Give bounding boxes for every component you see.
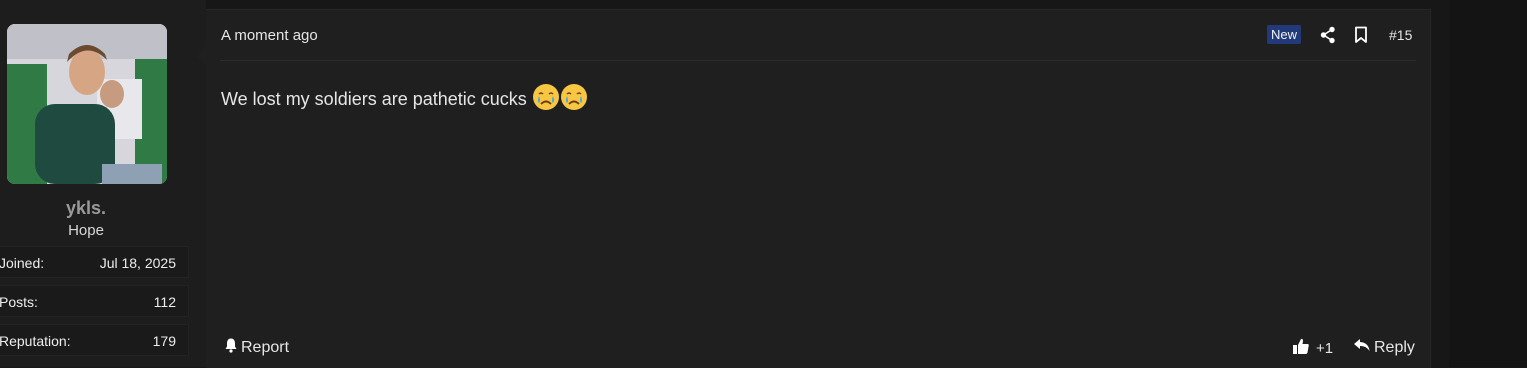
report-button[interactable]: Report [223,337,289,358]
post-timestamp[interactable]: A moment ago [221,27,318,44]
stat-posts: Posts: 112 [0,285,189,317]
stat-value: Jul 18, 2025 [99,255,176,271]
stat-value: 112 [153,294,176,310]
stat-label: Reputation: [0,333,71,349]
thumbs-up-icon [1292,337,1310,359]
like-button[interactable]: +1 [1292,337,1333,359]
page-margin [1449,0,1527,367]
crying-face-emoji [560,83,588,111]
stat-reputation: Reputation: 179 [0,324,189,356]
reply-label: Reply [1374,338,1415,356]
stat-joined: Joined: Jul 18, 2025 [0,246,189,278]
header-divider [220,60,1416,61]
post-message: We lost my soldiers are pathetic cucks [221,83,588,111]
new-badge: New [1267,25,1302,44]
post-container [206,9,1431,368]
post-arrow [196,45,206,65]
reply-icon [1353,337,1371,358]
stat-value: 179 [152,333,176,349]
message-text: We lost my soldiers are pathetic cucks [221,89,527,109]
report-label: Report [241,338,290,356]
username[interactable]: ykls. [0,198,172,219]
bookmark-icon[interactable] [1354,26,1368,44]
share-icon[interactable] [1319,26,1337,44]
stat-label: Joined: [0,255,45,271]
post-number-link[interactable]: #15 [1389,27,1412,43]
reply-button[interactable]: Reply [1353,337,1415,358]
crying-face-emoji [532,83,560,111]
stat-label: Posts: [0,294,38,310]
like-count: +1 [1316,339,1334,357]
user-title: Hope [68,222,104,239]
avatar[interactable] [7,24,167,184]
bell-icon [223,337,239,358]
